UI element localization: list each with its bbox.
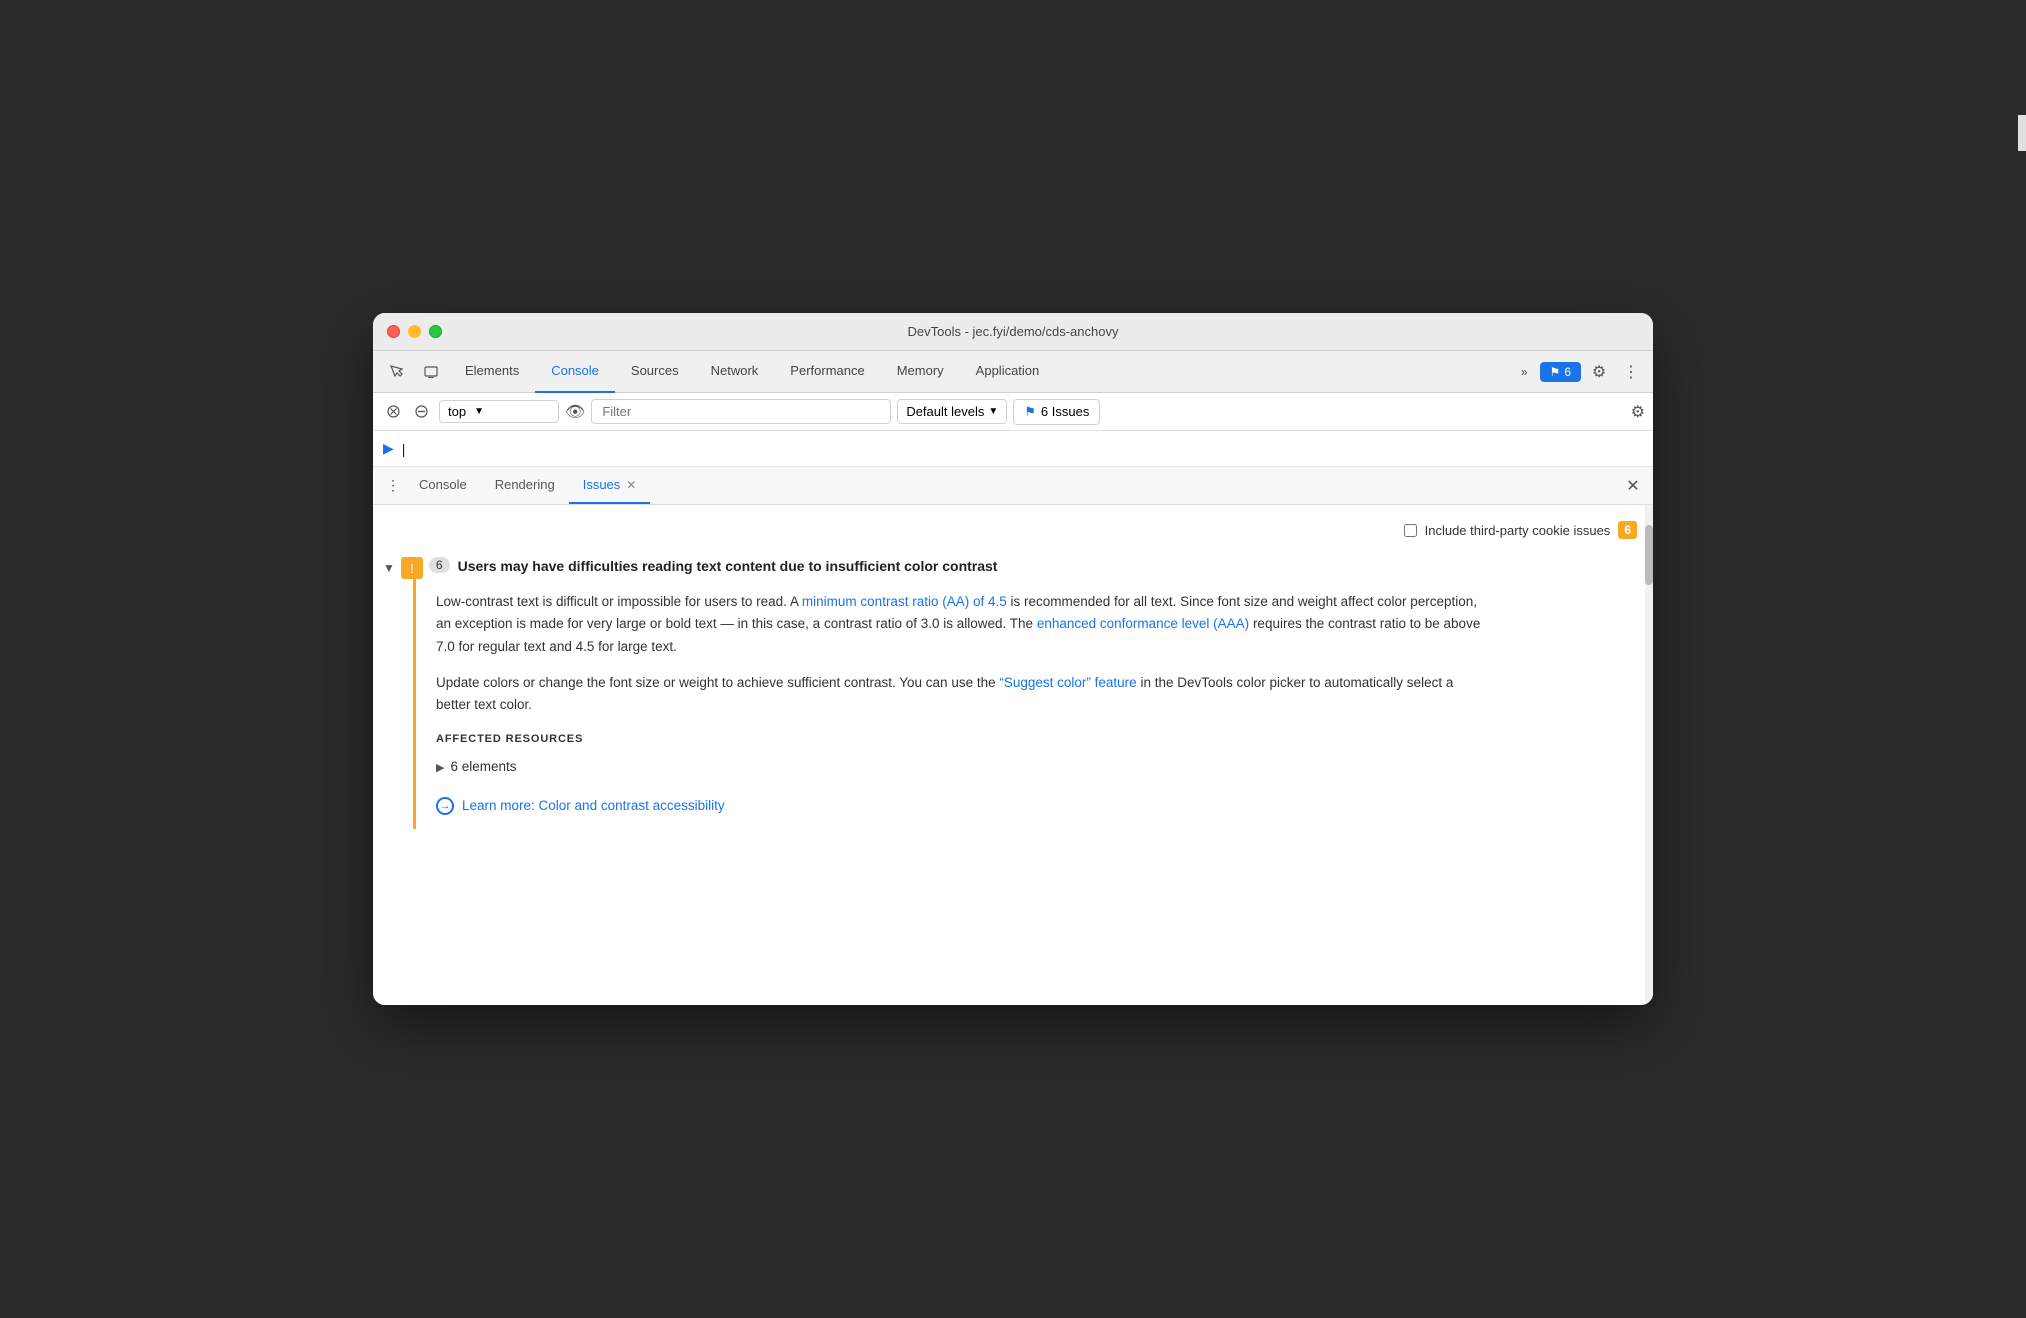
- window-title: DevTools - jec.fyi/demo/cds-anchovy: [908, 324, 1119, 339]
- issue-description-p2: Update colors or change the font size or…: [436, 672, 1486, 717]
- console-settings-button[interactable]: ⚙: [1631, 402, 1645, 422]
- scrollbar-thumb[interactable]: [1645, 525, 1653, 585]
- issues-panel: Include third-party cookie issues 6 ▼ ! …: [373, 505, 1653, 1005]
- issues-warn-badge: 6: [1618, 521, 1637, 539]
- tab-network[interactable]: Network: [695, 351, 775, 393]
- console-prompt-bar[interactable]: ▶ |: [373, 431, 1653, 467]
- flag-icon-toolbar: ⚑: [1550, 365, 1561, 379]
- context-selector[interactable]: top ▼: [439, 400, 559, 423]
- eye-icon[interactable]: 👁: [565, 402, 585, 422]
- devtools-window: DevTools - jec.fyi/demo/cds-anchovy Elem…: [373, 313, 1653, 1005]
- minimize-button[interactable]: [408, 325, 421, 338]
- tab-application[interactable]: Application: [960, 351, 1056, 393]
- issue-detail: Low-contrast text is difficult or imposs…: [413, 579, 1653, 829]
- tab-navigation: Elements Console Sources Network Perform…: [449, 351, 1055, 393]
- checkbox-row: Include third-party cookie issues 6: [373, 517, 1653, 547]
- more-tabs-button[interactable]: »: [1513, 361, 1536, 383]
- sub-tab-rendering[interactable]: Rendering: [481, 467, 569, 504]
- sub-tab-more-button[interactable]: ⋮: [381, 474, 405, 498]
- affected-resources-label: AFFECTED RESOURCES: [436, 730, 1486, 748]
- flag-icon-console: ⚑: [1024, 404, 1036, 420]
- sub-tab-console[interactable]: Console: [405, 467, 481, 504]
- maximize-button[interactable]: [429, 325, 442, 338]
- settings-button[interactable]: ⚙: [1585, 358, 1613, 386]
- clear-messages-button[interactable]: [381, 400, 405, 424]
- tab-console[interactable]: Console: [535, 351, 615, 393]
- tab-elements[interactable]: Elements: [449, 351, 535, 393]
- aa-link[interactable]: minimum contrast ratio (AA) of 4.5: [802, 594, 1007, 609]
- sub-tab-close-icon[interactable]: ✕: [626, 478, 636, 492]
- elements-expandable[interactable]: ▶ 6 elements: [436, 756, 1486, 778]
- tab-performance[interactable]: Performance: [774, 351, 880, 393]
- levels-arrow-icon: ▼: [988, 406, 998, 417]
- main-toolbar: Elements Console Sources Network Perform…: [373, 351, 1653, 393]
- issues-count-button[interactable]: ⚑ 6 Issues: [1013, 399, 1100, 425]
- bottom-panel: ⋮ Console Rendering Issues ✕ ✕ Include t…: [373, 467, 1653, 1005]
- prompt-arrow-icon: ▶: [383, 440, 394, 457]
- close-bottom-panel-button[interactable]: ✕: [1621, 474, 1645, 498]
- issue-row-header: ▼ ! 6 Users may have difficulties readin…: [373, 547, 1653, 579]
- no-entry-button[interactable]: [409, 400, 433, 424]
- console-left-icons: [381, 400, 433, 424]
- suggest-color-link[interactable]: “Suggest color” feature: [999, 675, 1136, 690]
- traffic-lights: [387, 325, 442, 338]
- inspect-button[interactable]: [381, 358, 413, 386]
- sub-tab-bar: ⋮ Console Rendering Issues ✕ ✕: [373, 467, 1653, 505]
- warning-icon: !: [401, 557, 423, 579]
- sub-tab-issues[interactable]: Issues ✕: [569, 467, 651, 504]
- dropdown-arrow-icon: ▼: [474, 406, 484, 417]
- title-bar: DevTools - jec.fyi/demo/cds-anchovy: [373, 313, 1653, 351]
- tab-memory[interactable]: Memory: [881, 351, 960, 393]
- learn-more-icon: →: [436, 797, 454, 815]
- more-options-button[interactable]: ⋮: [1617, 358, 1645, 386]
- third-party-label: Include third-party cookie issues: [1425, 523, 1611, 538]
- levels-button[interactable]: Default levels ▼: [897, 399, 1007, 424]
- vertical-scrollbar[interactable]: [1645, 505, 1653, 1005]
- filter-input[interactable]: [591, 399, 891, 424]
- aaa-link[interactable]: enhanced conformance level (AAA): [1037, 616, 1249, 631]
- tab-sources[interactable]: Sources: [615, 351, 695, 393]
- issue-title: Users may have difficulties reading text…: [458, 557, 998, 577]
- device-button[interactable]: [415, 358, 447, 386]
- issue-description-p1: Low-contrast text is difficult or imposs…: [436, 591, 1486, 658]
- toolbar-right: » ⚑ 6 ⚙ ⋮: [1513, 358, 1645, 386]
- issue-count-badge: 6: [429, 557, 450, 573]
- expand-icon[interactable]: ▼: [383, 561, 395, 575]
- third-party-checkbox[interactable]: [1404, 524, 1417, 537]
- prompt-cursor: |: [402, 441, 406, 457]
- issue-detail-content: Low-contrast text is difficult or imposs…: [436, 591, 1486, 817]
- issues-badge[interactable]: ⚑ 6: [1540, 362, 1581, 382]
- close-button[interactable]: [387, 325, 400, 338]
- console-toolbar: top ▼ 👁 Default levels ▼ ⚑ 6 Issues ⚙: [373, 393, 1653, 431]
- elements-arrow-icon: ▶: [436, 759, 444, 777]
- learn-more-link[interactable]: → Learn more: Color and contrast accessi…: [436, 795, 1486, 817]
